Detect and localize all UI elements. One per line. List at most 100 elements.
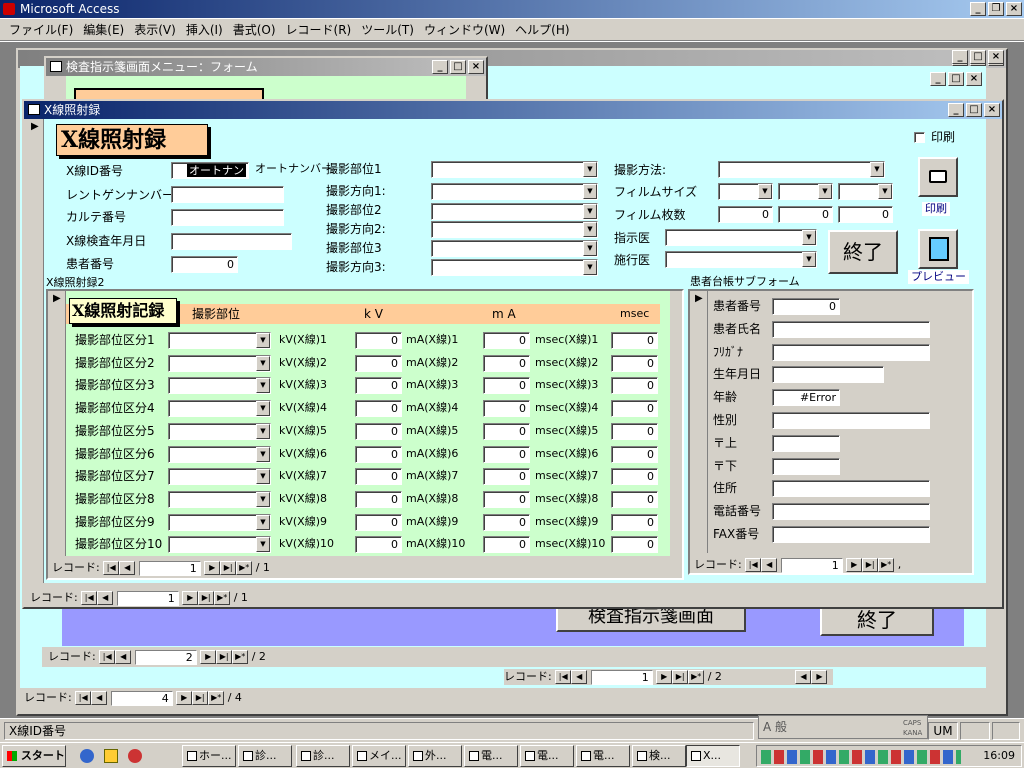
mdi2-close-button[interactable]: × (966, 72, 982, 86)
row-kv-field[interactable]: 0 (355, 400, 402, 418)
prev-record-icon[interactable]: ◀ (571, 670, 588, 684)
taskbar-task-button[interactable]: メイ... (352, 745, 406, 767)
chevron-down-icon[interactable]: ▼ (256, 378, 270, 394)
chevron-down-icon[interactable]: ▼ (802, 230, 816, 245)
performing-doctor-combo[interactable]: ▼ (665, 251, 817, 268)
patient-field[interactable] (772, 343, 930, 361)
row-part-combo[interactable]: ▼ (168, 468, 271, 486)
patient-field[interactable] (772, 412, 930, 429)
row-kv-field[interactable]: 0 (355, 332, 402, 349)
first-record-icon[interactable]: |◀ (103, 561, 120, 575)
last-record-icon[interactable]: ▶| (198, 591, 215, 605)
row-ma-field[interactable]: 0 (483, 332, 530, 349)
taskbar-task-button[interactable]: X... (686, 745, 740, 767)
mdi-close-button[interactable]: × (988, 50, 1004, 64)
row-kv-field[interactable]: 0 (355, 377, 402, 395)
row-ma-field[interactable]: 0 (483, 422, 530, 440)
chevron-down-icon[interactable]: ▼ (256, 446, 270, 462)
ie-icon[interactable] (80, 749, 94, 763)
next-record-icon[interactable]: ▶ (846, 558, 863, 572)
row-kv-field[interactable]: 0 (355, 445, 402, 463)
chevron-down-icon[interactable]: ▼ (256, 333, 270, 348)
row-kv-field[interactable]: 0 (355, 422, 402, 440)
row-kv-field[interactable]: 0 (355, 536, 402, 554)
back-nav-b-input[interactable]: 1 (590, 669, 653, 685)
last-record-icon[interactable]: ▶| (216, 650, 233, 664)
chevron-down-icon[interactable]: ▼ (818, 184, 832, 199)
row-part-combo[interactable]: ▼ (168, 536, 271, 554)
row-part-combo[interactable]: ▼ (168, 490, 271, 508)
form-scrollbar-v[interactable] (986, 119, 1002, 585)
subform-record-selector[interactable]: ▶ (48, 291, 66, 556)
new-record-icon[interactable]: ▶* (232, 650, 249, 664)
menu-edit[interactable]: 編集(E) (78, 21, 129, 39)
taskbar-task-button[interactable]: 診... (296, 745, 350, 767)
row-kv-field[interactable]: 0 (355, 354, 402, 372)
chevron-down-icon[interactable]: ▼ (583, 184, 597, 199)
media-icon[interactable] (128, 749, 142, 763)
subform-scrollbar-v[interactable] (670, 291, 682, 556)
row-ma-field[interactable]: 0 (483, 354, 530, 372)
row-kv-field[interactable]: 0 (355, 468, 402, 486)
menu-tools[interactable]: ツール(T) (356, 21, 419, 39)
mdi2-min-button[interactable]: _ (930, 72, 946, 86)
chevron-down-icon[interactable]: ▼ (256, 537, 270, 553)
taskbar-task-button[interactable]: ホー... (182, 745, 236, 767)
patient-field[interactable] (772, 526, 930, 543)
row-ma-field[interactable]: 0 (483, 445, 530, 463)
row-ma-field[interactable]: 0 (483, 377, 530, 395)
menu-form-max-button[interactable]: □ (450, 60, 466, 74)
chevron-down-icon[interactable]: ▼ (583, 162, 597, 177)
back-nav-a-input[interactable]: 2 (134, 649, 197, 665)
row-ma-field[interactable]: 0 (483, 400, 530, 418)
chevron-down-icon[interactable]: ▼ (878, 184, 892, 199)
new-record-icon[interactable]: ▶* (878, 558, 895, 572)
patient-field[interactable] (772, 434, 840, 452)
record-selector[interactable]: ▶ (26, 119, 44, 583)
taskbar-task-button[interactable]: 診... (238, 745, 292, 767)
taskbar-task-button[interactable]: 電... (520, 745, 574, 767)
scroll-right-icon[interactable]: ▶ (811, 670, 828, 684)
menu-help[interactable]: ヘルプ(H) (510, 21, 574, 39)
new-record-icon[interactable]: ▶* (208, 691, 225, 705)
row-msec-field[interactable]: 0 (611, 332, 658, 349)
row-ma-field[interactable]: 0 (483, 536, 530, 554)
method-combo[interactable]: ▼ (718, 161, 885, 178)
chevron-down-icon[interactable]: ▼ (583, 222, 597, 237)
print-button[interactable] (918, 157, 958, 197)
roentgen-number-field[interactable] (171, 186, 284, 203)
prev-record-icon[interactable]: ◀ (761, 558, 778, 572)
xray-close-button[interactable]: × (984, 103, 1000, 117)
next-record-icon[interactable]: ▶ (656, 670, 673, 684)
start-button[interactable]: スタート (2, 745, 66, 767)
film-size-combo-1[interactable]: ▼ (718, 183, 773, 200)
menu-records[interactable]: レコード(R) (281, 21, 357, 39)
menu-window[interactable]: ウィンドウ(W) (419, 21, 510, 39)
row-ma-field[interactable]: 0 (483, 513, 530, 531)
row-msec-field[interactable]: 0 (611, 422, 658, 440)
preview-button[interactable] (918, 229, 958, 269)
row-part-combo[interactable]: ▼ (168, 445, 271, 463)
chevron-down-icon[interactable]: ▼ (870, 162, 884, 177)
row-part-combo[interactable]: ▼ (168, 377, 271, 395)
direction2-combo[interactable]: ▼ (431, 221, 598, 238)
next-record-icon[interactable]: ▶ (200, 650, 217, 664)
patient-nav-input[interactable]: 1 (780, 557, 843, 573)
ordering-doctor-combo[interactable]: ▼ (665, 229, 817, 246)
prev-record-icon[interactable]: ◀ (119, 561, 136, 575)
back-nav-c-input[interactable]: 4 (110, 690, 173, 706)
patient-field[interactable]: #Error (772, 389, 840, 407)
chevron-down-icon[interactable]: ▼ (256, 514, 270, 530)
row-msec-field[interactable]: 0 (611, 490, 658, 508)
outlook-icon[interactable] (104, 749, 118, 763)
minimize-button[interactable]: _ (970, 2, 986, 16)
scroll-left-icon[interactable]: ◀ (795, 670, 812, 684)
film-count-field-2[interactable]: 0 (778, 206, 833, 223)
chevron-down-icon[interactable]: ▼ (256, 469, 270, 485)
first-record-icon[interactable]: |◀ (75, 691, 92, 705)
ime-toolbar[interactable]: A 般 CAPS KANA (758, 715, 928, 739)
row-part-combo[interactable]: ▼ (168, 354, 271, 372)
clock[interactable]: 16:09 (983, 749, 1015, 762)
taskbar-task-button[interactable]: 電... (576, 745, 630, 767)
chevron-down-icon[interactable]: ▼ (256, 423, 270, 439)
